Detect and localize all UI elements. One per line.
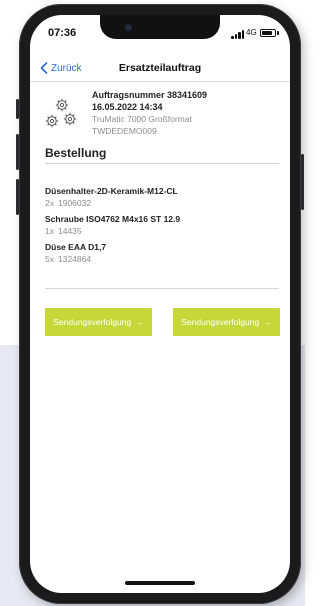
- machine-name: TruMatic 7000 Großformat: [92, 114, 192, 124]
- phone-screen: 07:36 4G Zurück Ersatzteilauftrag Auftra…: [30, 15, 290, 593]
- order-number: Auftragsnummer 38341609: [92, 90, 208, 100]
- item-name: Düsenhalter-2D-Keramik-M12-CL: [45, 186, 178, 196]
- list-item: Düse EAA D1,7 5x 1324864: [45, 241, 279, 266]
- item-quantity: 5x: [45, 254, 54, 264]
- arrow-right-icon: →: [135, 317, 144, 327]
- front-camera-icon: [125, 24, 132, 31]
- battery-tip: [277, 31, 279, 35]
- item-quantity: 1x: [45, 226, 54, 236]
- volume-up-button: [16, 134, 19, 170]
- home-indicator[interactable]: [125, 581, 195, 585]
- item-part-number: 1906032: [57, 198, 92, 208]
- mute-switch: [16, 99, 19, 119]
- section-title: Bestellung: [45, 146, 107, 160]
- arrow-right-icon: →: [263, 317, 272, 327]
- network-type: 4G: [246, 28, 257, 37]
- item-meta: 5x 1324864: [45, 253, 279, 266]
- signal-icon: [231, 30, 245, 39]
- order-info: Auftragsnummer 38341609 16.05.2022 14:34…: [92, 89, 207, 137]
- tracking-button-label: Sendungsverfolgung: [53, 317, 132, 327]
- order-date: 16.05.2022 14:34: [92, 102, 163, 112]
- tracking-button-right[interactable]: Sendungsverfolgung →: [173, 308, 280, 336]
- items-divider: [45, 288, 279, 289]
- item-meta: 2x 1906032: [45, 197, 279, 210]
- list-item: Düsenhalter-2D-Keramik-M12-CL 2x 1906032: [45, 185, 279, 210]
- list-item: Schraube ISO4762 M4x16 ST 12.9 1x 14435: [45, 213, 279, 238]
- status-time: 07:36: [48, 27, 77, 39]
- tracking-button-label: Sendungsverfolgung: [181, 317, 260, 327]
- power-button: [301, 154, 304, 210]
- item-meta: 1x 14435: [45, 225, 279, 238]
- battery-icon: [260, 29, 276, 37]
- item-name: Düse EAA D1,7: [45, 242, 107, 252]
- battery-level: [262, 31, 272, 35]
- notch: [100, 15, 220, 39]
- status-bar: 07:36 4G: [30, 15, 290, 51]
- chevron-left-icon: [40, 62, 48, 74]
- navigation-bar: Zurück Ersatzteilauftrag: [30, 55, 290, 82]
- back-button[interactable]: Zurück: [40, 60, 82, 76]
- customer-code: TWDEDEMO009: [92, 126, 157, 136]
- volume-down-button: [16, 179, 19, 215]
- gears-icon: [45, 98, 77, 128]
- tracking-button-left[interactable]: Sendungsverfolgung →: [45, 308, 152, 336]
- back-label: Zurück: [51, 62, 82, 74]
- item-part-number: 1324864: [57, 254, 92, 264]
- item-name: Schraube ISO4762 M4x16 ST 12.9: [45, 214, 181, 224]
- item-part-number: 14435: [57, 226, 82, 236]
- section-divider: [45, 163, 279, 164]
- order-items-list: Düsenhalter-2D-Keramik-M12-CL 2x 1906032 …: [45, 185, 279, 269]
- order-header: Auftragsnummer 38341609 16.05.2022 14:34…: [42, 87, 282, 147]
- item-quantity: 2x: [45, 198, 54, 208]
- phone-frame: 07:36 4G Zurück Ersatzteilauftrag Auftra…: [16, 4, 304, 604]
